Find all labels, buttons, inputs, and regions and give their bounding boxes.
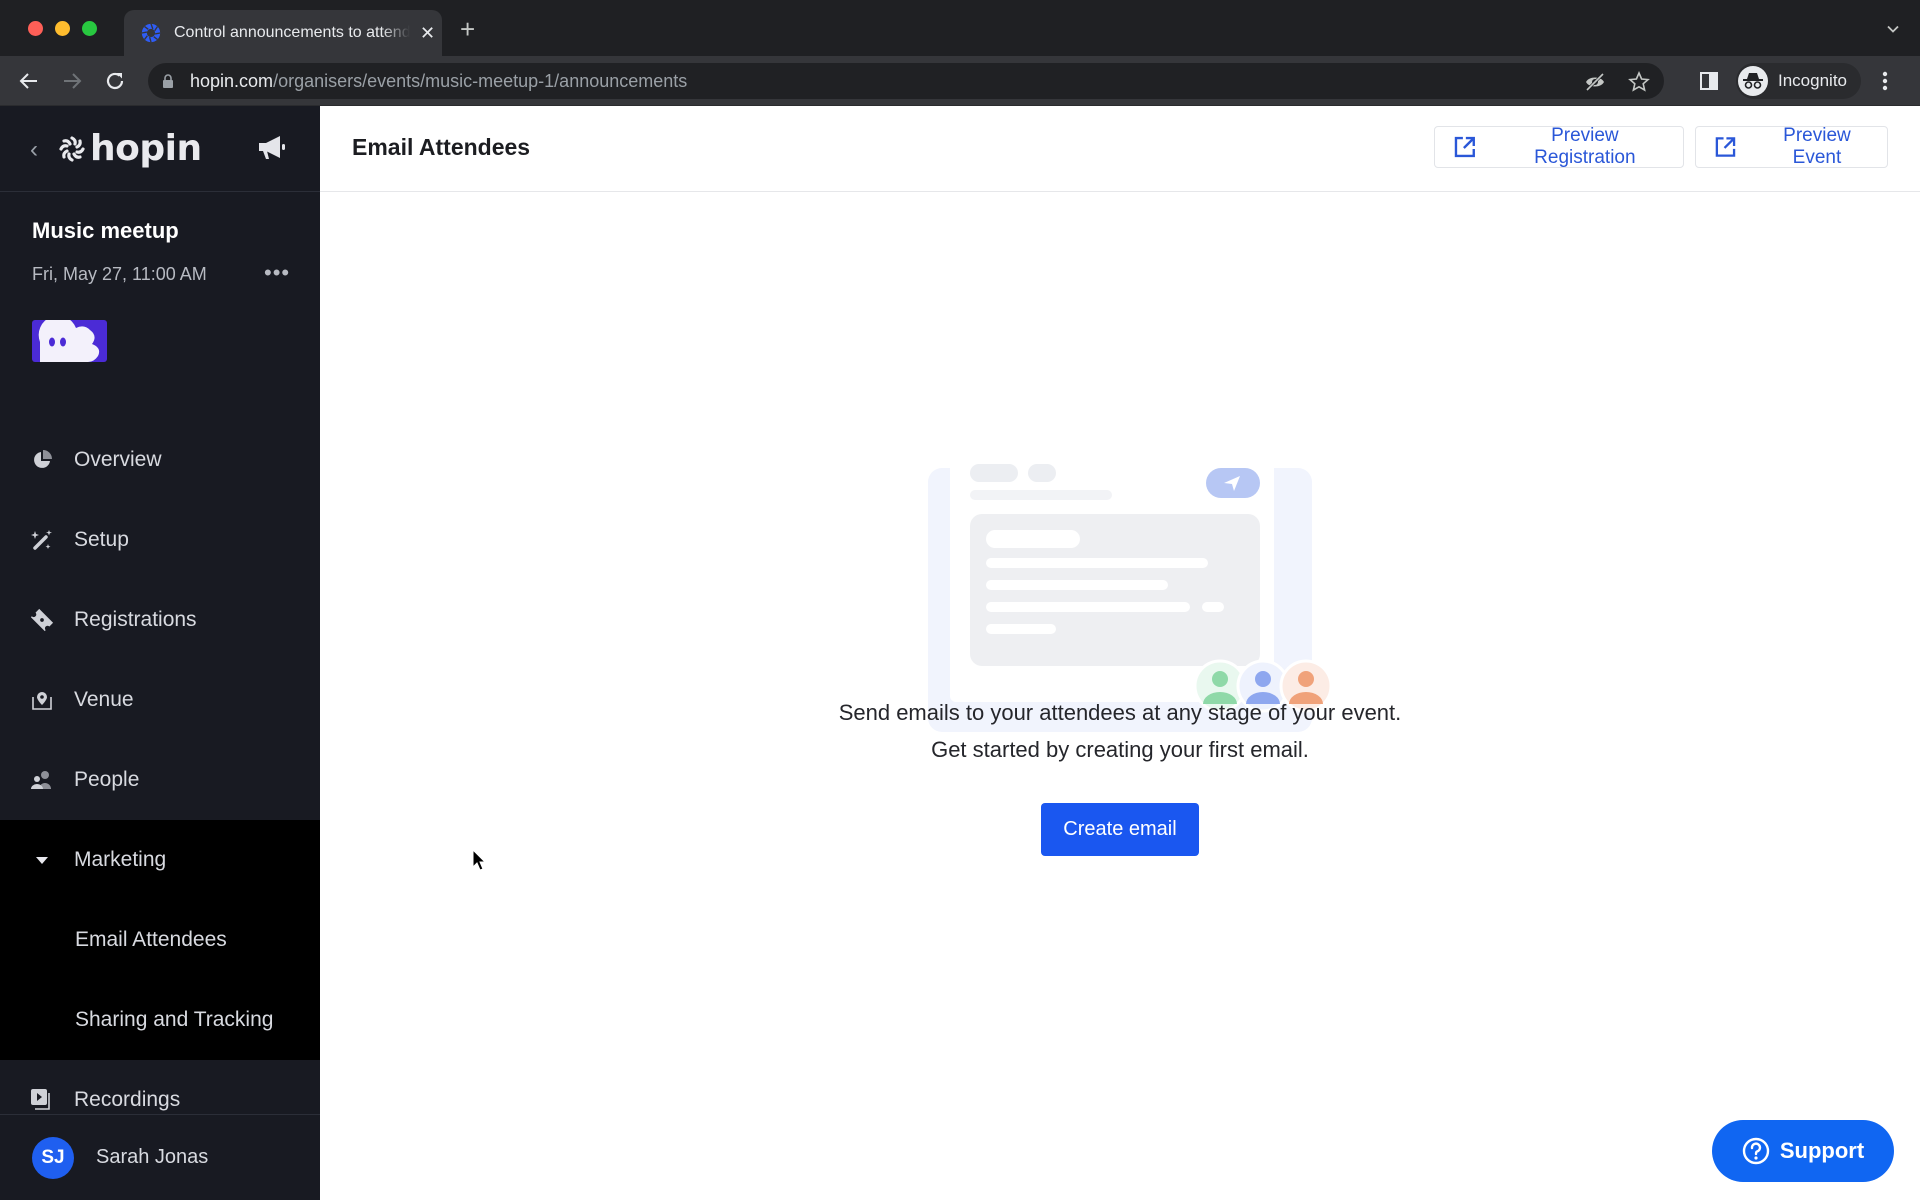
sidebar-item-label: Overview: [74, 448, 162, 471]
main-content: Email Attendees Preview Registration Pre…: [320, 106, 1920, 1200]
support-label: Support: [1779, 1138, 1865, 1163]
event-name: Music meetup: [32, 218, 179, 243]
create-email-button[interactable]: Create email: [1041, 803, 1199, 856]
side-panel-icon[interactable]: [1698, 70, 1720, 92]
empty-state-hint: Get started by creating your first email…: [931, 737, 1309, 762]
illustration-chip: [970, 464, 1018, 482]
hopin-logo-mark-icon: [59, 135, 85, 162]
incognito-icon: [1738, 66, 1768, 96]
pie-chart-icon: [30, 448, 54, 472]
new-tab-button[interactable]: +: [460, 16, 475, 42]
browser-tab-bar: Control announcements to attendees ✕ +: [0, 0, 1920, 56]
sidebar-item-label: Email Attendees: [75, 928, 227, 951]
email-illustration: [928, 446, 1333, 732]
event-thumbnail: [32, 320, 107, 362]
illustration-body-line: [986, 558, 1208, 568]
sidebar: ‹ hopin Music meetup Fri, May 27, 11:00 …: [0, 106, 320, 1200]
sidebar-item-label: Registrations: [74, 608, 197, 631]
illustration-body-line: [986, 624, 1056, 634]
recordings-icon: [30, 1088, 54, 1112]
sidebar-item-people[interactable]: People: [0, 740, 320, 820]
sidebar-item-venue[interactable]: Venue: [0, 660, 320, 740]
ticket-icon: [30, 608, 54, 632]
sidebar-item-overview[interactable]: Overview: [0, 420, 320, 500]
url-path: /organisers/events/music-meetup-1/announ…: [273, 70, 688, 91]
mouse-cursor-icon: [472, 849, 487, 871]
illustration-body-line: [1202, 602, 1224, 612]
window-close-button[interactable]: [28, 21, 43, 36]
sidebar-group-marketing: Marketing Email Attendees Sharing and Tr…: [0, 820, 320, 1060]
illustration-chip: [1028, 464, 1056, 482]
sidebar-item-label: Venue: [74, 688, 134, 711]
window-minimize-button[interactable]: [55, 21, 70, 36]
forward-arrow-icon[interactable]: [60, 69, 84, 93]
window-zoom-button[interactable]: [82, 21, 97, 36]
tab-title: Control announcements to attendees: [174, 24, 410, 41]
megaphone-icon[interactable]: [256, 134, 288, 162]
sidebar-item-label: Recordings: [74, 1088, 181, 1111]
ghost-mascot-icon: [38, 320, 100, 362]
sidebar-item-marketing[interactable]: Marketing: [0, 820, 320, 900]
incognito-profile-button[interactable]: Incognito: [1736, 63, 1861, 99]
venue-pin-icon: [30, 688, 54, 712]
page-title: Email Attendees: [352, 134, 531, 160]
preview-event-label: Preview Event: [1783, 125, 1851, 168]
caret-down-icon: [30, 848, 54, 872]
sidebar-item-email-attendees[interactable]: Email Attendees: [0, 900, 320, 980]
hopin-logo[interactable]: hopin: [58, 128, 202, 169]
illustration-body-line: [986, 530, 1080, 548]
user-name: Sarah Jonas: [96, 1146, 209, 1168]
support-button[interactable]: Support: [1712, 1120, 1894, 1182]
tab-close-icon[interactable]: ✕: [420, 23, 435, 44]
browser-toolbar: hopin.com/organisers/events/music-meetup…: [0, 56, 1920, 106]
external-link-icon: [1715, 137, 1736, 157]
user-profile[interactable]: SJ Sarah Jonas: [0, 1114, 320, 1200]
reload-icon[interactable]: [103, 69, 127, 93]
lock-icon: [163, 74, 173, 88]
illustration-subject-line: [970, 490, 1112, 500]
bookmark-star-icon[interactable]: [1628, 71, 1650, 93]
event-more-options-button[interactable]: •••: [264, 260, 290, 286]
sidebar-item-label: Sharing and Tracking: [75, 1008, 274, 1031]
hopin-logo-text: hopin: [90, 128, 202, 169]
sidebar-item-registrations[interactable]: Registrations: [0, 580, 320, 660]
empty-state-description: Send emails to your attendees at any sta…: [838, 700, 1402, 725]
people-icon: [30, 768, 54, 792]
avatar: SJ: [32, 1136, 74, 1179]
sidebar-item-label: People: [74, 768, 140, 791]
preview-registration-label: Preview Registration: [1534, 125, 1636, 168]
preview-event-button[interactable]: Preview Event: [1695, 125, 1888, 168]
sidebar-item-label: Marketing: [74, 848, 167, 871]
magic-wand-icon: [30, 528, 54, 552]
address-bar[interactable]: hopin.com/organisers/events/music-meetup…: [148, 63, 1664, 99]
url-host: hopin.com: [190, 70, 274, 91]
incognito-label: Incognito: [1778, 71, 1847, 90]
sidebar-item-sharing-and-tracking[interactable]: Sharing and Tracking: [0, 980, 320, 1060]
hopin-favicon-icon: [141, 23, 161, 43]
illustration-body-line: [986, 602, 1190, 612]
sidebar-item-label: Setup: [74, 528, 129, 551]
external-link-icon: [1454, 136, 1475, 158]
browser-tab-active[interactable]: Control announcements to attendees ✕: [124, 10, 442, 56]
tab-search-chevron-icon[interactable]: [1886, 22, 1900, 36]
sidebar-nav: Overview Setup Registrations Venue Peopl…: [0, 420, 320, 1140]
sidebar-header: ‹ hopin: [0, 106, 320, 192]
sidebar-item-setup[interactable]: Setup: [0, 500, 320, 580]
page-header: Email Attendees Preview Registration Pre…: [320, 106, 1920, 192]
illustration-body-line: [986, 580, 1168, 590]
event-date: Fri, May 27, 11:00 AM: [32, 264, 207, 284]
preview-registration-button[interactable]: Preview Registration: [1434, 125, 1684, 168]
eye-slash-icon[interactable]: [1584, 71, 1606, 93]
browser-menu-icon[interactable]: [1882, 70, 1888, 92]
help-question-icon: [1742, 1137, 1770, 1165]
back-chevron-icon[interactable]: ‹: [30, 136, 38, 164]
back-arrow-icon[interactable]: [17, 69, 41, 93]
